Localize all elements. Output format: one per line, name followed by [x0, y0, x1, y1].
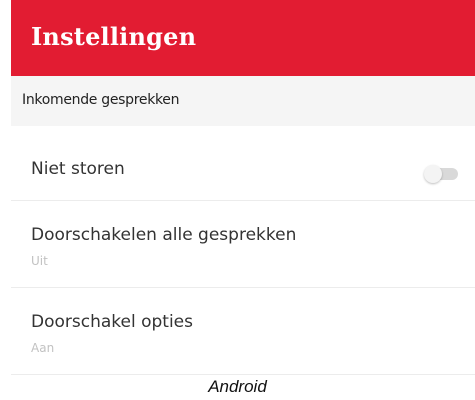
divider: [11, 374, 475, 375]
settings-screen: Instellingen Inkomende gesprekken Niet s…: [0, 0, 475, 400]
setting-title-forward-all-calls: Doorschakelen alle gesprekken: [31, 225, 297, 245]
section-header: Inkomende gesprekken: [11, 76, 475, 126]
setting-title-forward-options: Doorschakel opties: [31, 312, 193, 332]
setting-value-forward-options: Aan: [31, 341, 55, 355]
do-not-disturb-toggle[interactable]: [424, 165, 460, 183]
page-title: Instellingen: [31, 22, 197, 51]
toggle-thumb: [424, 165, 442, 183]
setting-row-do-not-disturb[interactable]: Niet storen: [11, 126, 475, 200]
setting-title-do-not-disturb: Niet storen: [31, 159, 125, 179]
setting-row-forward-all-calls[interactable]: Doorschakelen alle gesprekken Uit: [11, 201, 475, 287]
setting-row-forward-options[interactable]: Doorschakel opties Aan: [11, 288, 475, 374]
section-header-label: Inkomende gesprekken: [22, 92, 180, 108]
setting-value-forward-all-calls: Uit: [31, 254, 48, 268]
platform-caption: Android: [208, 377, 267, 396]
app-bar: Instellingen: [11, 0, 475, 76]
